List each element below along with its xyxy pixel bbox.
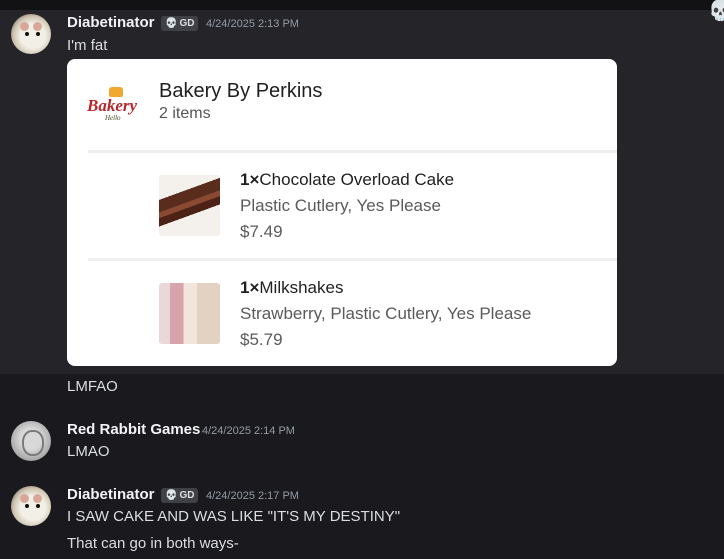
avatar-ear bbox=[20, 494, 29, 503]
order-card[interactable]: Bakery Hello Bakery By Perkins 2 items 1… bbox=[67, 59, 617, 366]
item-price: $7.49 bbox=[240, 222, 283, 241]
store-name: Bakery By Perkins bbox=[159, 80, 323, 102]
avatar-ear bbox=[33, 494, 42, 503]
item-thumbnail bbox=[159, 283, 220, 344]
skull-icon: 💀 bbox=[165, 490, 178, 501]
message-text: That can go in both ways- bbox=[67, 535, 239, 552]
skull-icon: 💀 bbox=[165, 18, 178, 29]
item-price: $5.79 bbox=[240, 330, 283, 349]
item-options: Plastic Cutlery, Yes Please bbox=[240, 196, 441, 215]
item-title: 1×Milkshakes bbox=[240, 278, 343, 298]
message-text: LMFAO bbox=[67, 378, 118, 395]
avatar-ear bbox=[33, 22, 42, 31]
username[interactable]: Diabetinator bbox=[67, 14, 155, 31]
timestamp: 4/24/2025 2:13 PM bbox=[206, 18, 299, 30]
avatar[interactable] bbox=[11, 421, 51, 461]
item-title: 1×Chocolate Overload Cake bbox=[240, 170, 454, 190]
item-qty: 1× bbox=[240, 170, 260, 189]
logo-script: Hello bbox=[105, 114, 121, 122]
timestamp: 4/24/2025 2:17 PM bbox=[206, 490, 299, 502]
item-name: Chocolate Overload Cake bbox=[259, 170, 455, 189]
skull-icon[interactable]: 💀 bbox=[708, 0, 724, 22]
server-tag[interactable]: 💀 GD bbox=[161, 488, 199, 503]
avatar-eye bbox=[36, 32, 40, 36]
divider bbox=[88, 258, 617, 261]
message-text: I SAW CAKE AND WAS LIKE "IT'S MY DESTINY… bbox=[67, 508, 401, 525]
item-qty: 1× bbox=[240, 278, 260, 297]
item-options: Strawberry, Plastic Cutlery, Yes Please bbox=[240, 304, 532, 323]
avatar-eye bbox=[36, 504, 40, 508]
logo-text: Bakery bbox=[87, 96, 138, 115]
message-text: I'm fat bbox=[67, 37, 108, 54]
item-count: 2 items bbox=[159, 105, 211, 122]
server-tag-label: GD bbox=[179, 18, 195, 29]
avatar-ear bbox=[20, 22, 29, 31]
divider bbox=[88, 150, 617, 153]
username[interactable]: Diabetinator bbox=[67, 486, 155, 503]
avatar-eye bbox=[25, 504, 29, 508]
server-tag[interactable]: 💀 GD bbox=[161, 16, 199, 31]
avatar[interactable] bbox=[11, 486, 51, 526]
server-tag-label: GD bbox=[179, 490, 195, 501]
top-bar bbox=[0, 0, 724, 10]
message-text: LMAO bbox=[67, 443, 110, 460]
timestamp: 4/24/2025 2:14 PM bbox=[202, 425, 295, 437]
avatar-eye bbox=[25, 32, 29, 36]
avatar-face bbox=[22, 430, 44, 456]
avatar[interactable] bbox=[11, 14, 51, 54]
username[interactable]: Red Rabbit Games bbox=[67, 421, 200, 438]
item-name: Milkshakes bbox=[259, 278, 344, 297]
store-logo: Bakery Hello bbox=[87, 87, 143, 122]
item-thumbnail bbox=[159, 175, 220, 236]
